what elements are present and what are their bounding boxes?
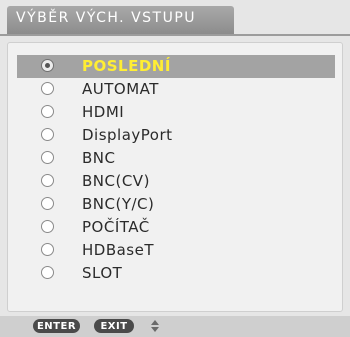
input-option[interactable]: AUTOMAT (17, 78, 335, 101)
enter-button[interactable]: ENTER (33, 319, 80, 333)
input-option[interactable]: HDMI (17, 101, 335, 124)
input-option[interactable]: BNC(CV) (17, 170, 335, 193)
menu-title: VÝBĚR VÝCH. VSTUPU (16, 10, 197, 26)
button-guide: ENTER EXIT (0, 316, 350, 337)
input-option[interactable]: POSLEDNÍ (17, 55, 335, 78)
options-panel: POSLEDNÍ AUTOMAT HDMI DisplayPort BNC BNC(CV)… (7, 42, 343, 312)
radio-unchecked-icon[interactable] (41, 174, 54, 187)
radio-checked-icon[interactable] (41, 59, 54, 72)
menu-title-bar: VÝBĚR VÝCH. VSTUPU (7, 6, 234, 34)
input-option[interactable]: POČÍTAČ (17, 216, 335, 239)
radio-unchecked-icon[interactable] (41, 105, 54, 118)
title-divider (0, 34, 350, 36)
radio-list: POSLEDNÍ AUTOMAT HDMI DisplayPort BNC BNC(CV)… (17, 55, 335, 285)
radio-unchecked-icon[interactable] (41, 266, 54, 279)
input-option-label: POSLEDNÍ (82, 57, 171, 75)
radio-unchecked-icon[interactable] (41, 243, 54, 256)
radio-dot-icon (45, 63, 50, 68)
radio-unchecked-icon[interactable] (41, 128, 54, 141)
input-select-menu: VÝBĚR VÝCH. VSTUPU POSLEDNÍ AUTOMAT HDMI Di… (0, 0, 350, 337)
radio-unchecked-icon[interactable] (41, 151, 54, 164)
input-option-label: BNC(CV) (82, 172, 150, 190)
input-option[interactable]: DisplayPort (17, 124, 335, 147)
exit-button[interactable]: EXIT (94, 319, 134, 333)
input-option-label: AUTOMAT (82, 80, 159, 98)
input-option[interactable]: SLOT (17, 262, 335, 285)
input-option-label: BNC(Y/C) (82, 195, 155, 213)
input-option[interactable]: HDBaseT (17, 239, 335, 262)
input-option[interactable]: BNC(Y/C) (17, 193, 335, 216)
radio-unchecked-icon[interactable] (41, 82, 54, 95)
input-option[interactable]: BNC (17, 147, 335, 170)
radio-unchecked-icon[interactable] (41, 220, 54, 233)
input-option-label: HDBaseT (82, 241, 155, 259)
input-option-label: HDMI (82, 103, 125, 121)
input-option-label: DisplayPort (82, 126, 173, 144)
input-option-label: SLOT (82, 264, 123, 282)
input-option-label: POČÍTAČ (82, 218, 150, 236)
radio-unchecked-icon[interactable] (41, 197, 54, 210)
input-option-label: BNC (82, 149, 116, 167)
up-down-arrows-icon (151, 320, 159, 332)
